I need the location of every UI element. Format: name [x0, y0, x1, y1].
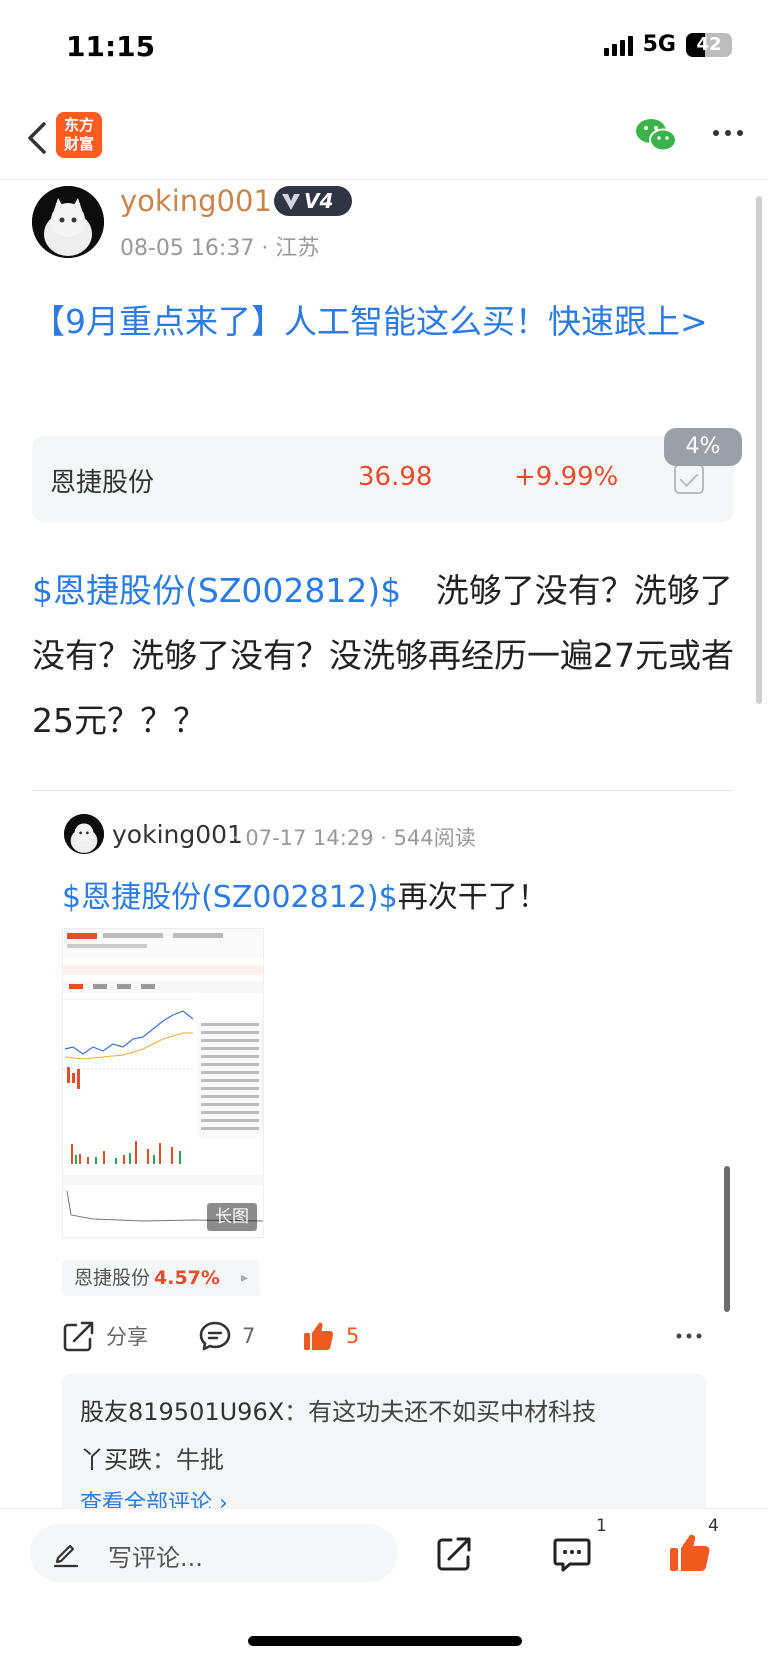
- watchlist-checkbox[interactable]: [674, 464, 704, 494]
- comment-sep: ：: [152, 1446, 176, 1474]
- comment-user[interactable]: 丫买跌: [80, 1446, 152, 1474]
- logo-line2: 财富: [63, 135, 94, 153]
- stock-card[interactable]: 恩捷股份 36.98 +9.99%: [32, 436, 734, 522]
- chevron-right-icon: ▸: [240, 1270, 248, 1286]
- comment-sep: ：: [284, 1398, 309, 1426]
- share-label: 分享: [106, 1325, 148, 1349]
- long-image-tag: 长图: [207, 1203, 257, 1231]
- stock-screenshot-image[interactable]: 长图: [62, 928, 264, 1238]
- repost-reads: 544阅读: [393, 826, 476, 850]
- wechat-icon[interactable]: [634, 116, 678, 154]
- comment-icon[interactable]: [552, 1534, 592, 1574]
- post-more-icon[interactable]: [674, 1326, 704, 1346]
- comment-text: 有这功夫还不如买中材科技: [308, 1398, 597, 1426]
- stock-chart-thumbnail: [63, 929, 263, 1237]
- stock-chip-change: 4.57%: [154, 1267, 220, 1289]
- headline-link[interactable]: 【9月重点来了】人工智能这么买！快速跟上>: [32, 294, 732, 350]
- stock-price: 36.98: [358, 462, 433, 492]
- comment-input[interactable]: 写评论...: [30, 1524, 398, 1582]
- comment-user[interactable]: 股友819501U96X: [80, 1398, 284, 1426]
- post-location: 江苏: [275, 236, 320, 261]
- comment-preview[interactable]: 股友819501U96X：有这功夫还不如买中材科技 丫买跌：牛批 查看全部评论 …: [62, 1374, 706, 1514]
- comment-placeholder: 写评论...: [108, 1544, 203, 1572]
- share-button[interactable]: 分享: [62, 1314, 148, 1358]
- status-time: 11:15: [66, 30, 156, 63]
- like-count: 5: [346, 1324, 360, 1348]
- stock-change: +9.99%: [514, 462, 619, 492]
- repost-meta: · 07-17 14:29 · 544阅读: [232, 822, 476, 852]
- like-badge: 4: [708, 1516, 719, 1536]
- meta-dot: ·: [380, 826, 394, 850]
- pen-icon: [53, 1544, 79, 1568]
- thumbs-up-icon[interactable]: [668, 1530, 712, 1574]
- repost-stock-tag[interactable]: $恩捷股份(SZ002812)$: [62, 880, 398, 915]
- meta-dot: ·: [232, 826, 246, 850]
- app-logo: 东方 财富: [56, 112, 102, 158]
- comment-badge: 1: [596, 1516, 607, 1536]
- meta-dot: ·: [261, 236, 276, 261]
- network-label: 5G: [642, 32, 676, 57]
- share-icon: [63, 1321, 94, 1352]
- repost-text: $恩捷股份(SZ002812)$再次干了！: [62, 872, 548, 916]
- comment-count: 7: [242, 1324, 256, 1348]
- home-indicator: [248, 1636, 522, 1646]
- author-name[interactable]: yoking001: [120, 184, 272, 218]
- repost-body: 再次干了！: [397, 880, 548, 915]
- more-icon[interactable]: [708, 118, 748, 148]
- cat-avatar-icon: [32, 186, 104, 258]
- stock-chip-name: 恩捷股份: [74, 1267, 151, 1289]
- status-indicators: 5G 42: [603, 32, 732, 57]
- content-scrollbar[interactable]: [724, 1166, 730, 1312]
- comment-item: 丫买跌：牛批: [80, 1436, 688, 1484]
- share-icon[interactable]: [434, 1534, 474, 1574]
- logo-line1: 东方: [63, 116, 94, 134]
- comment-icon: [199, 1321, 231, 1351]
- stock-tag-link[interactable]: $恩捷股份(SZ002812)$: [32, 571, 401, 610]
- author-avatar[interactable]: [32, 186, 104, 258]
- cat-avatar-icon: [64, 814, 104, 854]
- post-date: 08-05 16:37: [120, 236, 255, 261]
- vip-level-text: V4: [304, 189, 334, 213]
- battery-text: 42: [696, 33, 722, 55]
- repost-avatar[interactable]: [64, 814, 104, 854]
- status-bar: 11:15 5G 42: [0, 0, 768, 96]
- vip-level-badge: V4: [274, 186, 352, 216]
- battery-icon: 42: [686, 32, 732, 57]
- signal-icon: [603, 34, 633, 56]
- post-body: $恩捷股份(SZ002812)$ 洗够了没有？洗够了没有？洗够了没有？没洗够再经…: [32, 558, 740, 753]
- post-actions: 分享 7 5: [62, 1314, 712, 1358]
- divider: [32, 790, 734, 791]
- page-scrollbar[interactable]: [756, 196, 762, 704]
- thumbs-up-icon: [304, 1322, 334, 1350]
- post-meta: 08-05 16:37 · 江苏: [120, 230, 319, 262]
- percent-bubble: 4%: [664, 428, 742, 466]
- stock-name: 恩捷股份: [50, 468, 155, 498]
- vip-shield-icon: [282, 194, 300, 210]
- comment-button[interactable]: 7: [198, 1314, 255, 1358]
- stock-chip[interactable]: 恩捷股份 4.57% ▸: [62, 1260, 260, 1296]
- like-button[interactable]: 5: [302, 1314, 359, 1358]
- comment-item: 股友819501U96X：有这功夫还不如买中材科技: [80, 1388, 688, 1436]
- repost-date: 07-17 14:29: [245, 826, 374, 850]
- repost-author[interactable]: yoking001: [112, 820, 243, 849]
- comment-text: 牛批: [176, 1446, 224, 1474]
